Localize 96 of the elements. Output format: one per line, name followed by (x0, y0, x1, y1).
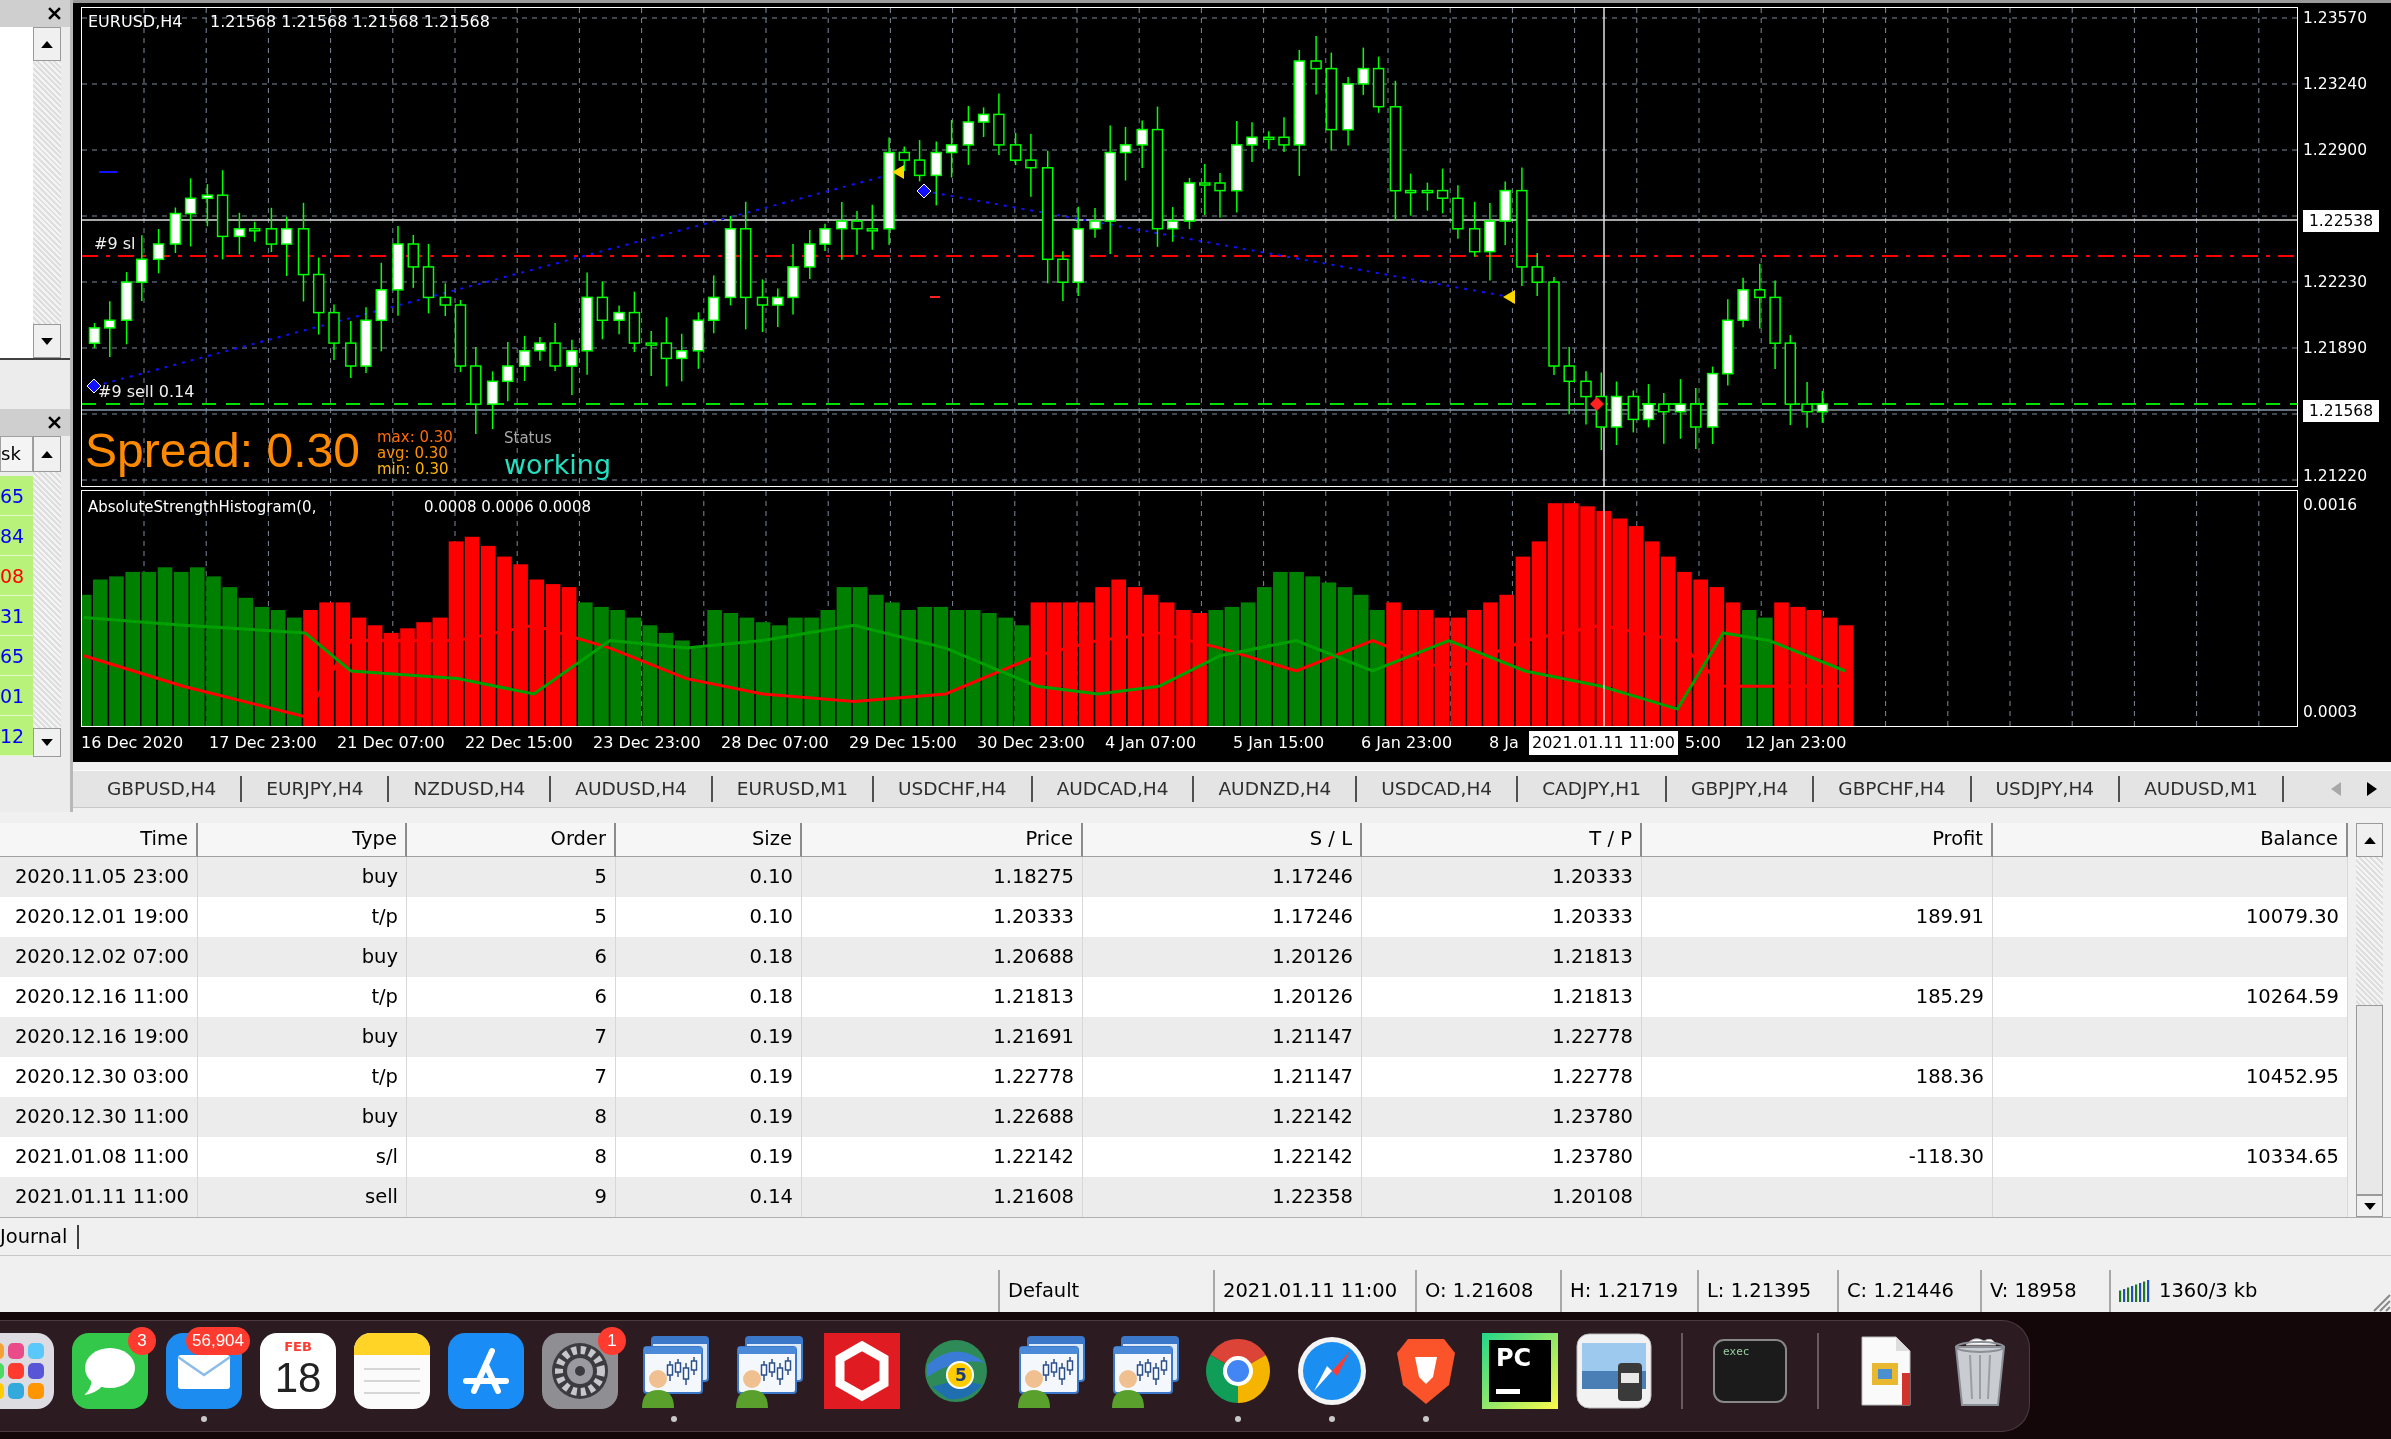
calendar-month: FEB (284, 1339, 312, 1354)
time-label: 22 Dec 15:00 (465, 732, 573, 754)
scroll-up-button[interactable] (33, 27, 61, 61)
up-arrow-icon (41, 450, 53, 458)
up-arrow-icon (41, 40, 53, 48)
scroll-down-button[interactable] (33, 728, 61, 757)
scroll-right-icon[interactable] (2367, 782, 2377, 796)
time-label: 5:00 (1685, 732, 1721, 754)
scrollbar-thumb[interactable] (2356, 1005, 2383, 1195)
column-header[interactable]: Type (198, 823, 407, 857)
column-header[interactable]: Balance (1993, 823, 2348, 857)
time-label: 17 Dec 23:00 (209, 732, 317, 754)
close-icon[interactable] (48, 416, 61, 429)
symbol-tab[interactable]: AUDCAD,H4 (1032, 776, 1195, 802)
price-label: 1.21890 (2303, 338, 2368, 359)
photo-icon[interactable] (1576, 1333, 1652, 1409)
notepad-icon[interactable] (354, 1333, 430, 1409)
scroll-down-button[interactable] (2356, 1195, 2383, 1217)
column-header[interactable]: sk (0, 436, 33, 472)
indicator-scale-label: 0.0003 (2303, 702, 2358, 723)
symbol-tab[interactable]: USDJPY,H4 (1971, 776, 2121, 802)
symbol-tab[interactable]: CADJPY,H1 (1518, 776, 1668, 802)
symbol-tab[interactable]: GBPCHF,H4 (1814, 776, 1972, 802)
time-label: 23 Dec 23:00 (593, 732, 701, 754)
time-label: 21 Dec 07:00 (337, 732, 445, 754)
time-label: 30 Dec 23:00 (977, 732, 1085, 754)
down-arrow-icon (2363, 1202, 2376, 1210)
scroll-down-button[interactable] (33, 324, 61, 358)
time-label: 4 Jan 07:00 (1105, 732, 1197, 754)
column-header[interactable]: Price (802, 823, 1083, 857)
symbol-tab[interactable]: GBPUSD,H4 (83, 776, 243, 802)
icon-label: exec (1723, 1345, 1750, 1358)
list-row[interactable]: 12 (0, 716, 33, 756)
time-label: 16 Dec 2020 (81, 732, 184, 754)
symbol-tab[interactable]: AUDNZD,H4 (1194, 776, 1358, 802)
price-label: 1.22900 (2303, 140, 2368, 161)
price-marker: 1.21568 (2303, 400, 2380, 422)
up-arrow-icon (2363, 836, 2376, 844)
column-header[interactable]: Order (407, 823, 616, 857)
symbol-tab[interactable]: NZDUSD,H4 (389, 776, 552, 802)
time-label: 8 Ja (1489, 732, 1519, 754)
time-label: 6 Jan 23:00 (1361, 732, 1453, 754)
list-row[interactable]: 84 (0, 516, 33, 556)
list-row[interactable]: 01 (0, 676, 33, 716)
down-arrow-icon (41, 337, 53, 345)
signal-bars-icon (2119, 1280, 2151, 1302)
icon-label: PC (1496, 1345, 1532, 1371)
symbol-tab[interactable]: AUDUSD,M1 (2120, 776, 2284, 802)
calendar-icon[interactable]: FEB 18 (260, 1333, 336, 1409)
symbol-tab[interactable]: EURUSD,M1 (712, 776, 875, 802)
symbol-tab[interactable]: GBPJPY,H4 (1667, 776, 1815, 802)
column-header[interactable]: Size (616, 823, 802, 857)
time-label: 5 Jan 15:00 (1233, 732, 1325, 754)
status-text: 1360/3 kb (2159, 1279, 2258, 1303)
price-label: 1.21220 (2303, 466, 2368, 487)
symbol-tab[interactable]: USDCAD,H4 (1357, 776, 1519, 802)
symbol-tab[interactable]: AUDUSD,H4 (551, 776, 713, 802)
scroll-up-button[interactable] (33, 436, 61, 472)
notification-badge: 56,904 (186, 1327, 250, 1355)
list-row[interactable]: 65 (0, 636, 33, 676)
status-text: C: 1.21446 (1847, 1279, 1955, 1303)
time-label: 12 Jan 23:00 (1745, 732, 1847, 754)
price-marker: 1.22538 (2303, 210, 2380, 232)
status-text: Default (1008, 1279, 1080, 1303)
close-icon[interactable] (48, 7, 61, 20)
price-label: 1.23240 (2303, 74, 2368, 95)
app-grid-icon[interactable] (0, 1333, 54, 1409)
scroll-up-button[interactable] (2356, 823, 2383, 857)
status-text: 2021.01.11 11:00 (1223, 1279, 1398, 1303)
gear-icon[interactable] (542, 1333, 618, 1409)
status-text: H: 1.21719 (1570, 1279, 1679, 1303)
calendar-day: 18 (274, 1355, 322, 1401)
notification-badge: 3 (128, 1327, 156, 1355)
column-header[interactable]: T / P (1362, 823, 1642, 857)
price-label: 1.22230 (2303, 272, 2368, 293)
indicator-scale-label: 0.0016 (2303, 495, 2358, 516)
time-label: 28 Dec 07:00 (721, 732, 829, 754)
list-row[interactable]: 31 (0, 596, 33, 636)
status-text: L: 1.21395 (1707, 1279, 1812, 1303)
time-label: 29 Dec 15:00 (849, 732, 957, 754)
code-editor-icon[interactable]: PC (1482, 1333, 1558, 1409)
column-header[interactable]: Profit (1642, 823, 1993, 857)
list-row[interactable]: 65 (0, 476, 33, 516)
icon-label: 5 (955, 1365, 967, 1385)
status-text: O: 1.21608 (1425, 1279, 1534, 1303)
price-label: 1.23570 (2303, 8, 2368, 29)
symbol-tab[interactable]: USDCHF,H4 (874, 776, 1033, 802)
column-header[interactable]: Time (0, 823, 198, 857)
app-store-icon[interactable] (448, 1333, 524, 1409)
down-arrow-icon (41, 739, 53, 746)
notification-badge: 1 (598, 1327, 626, 1355)
column-header[interactable]: S / L (1083, 823, 1362, 857)
time-marker: 2021.01.11 11:00 (1529, 731, 1678, 755)
status-text: V: 18958 (1990, 1279, 2077, 1303)
chat-bubble-icon[interactable] (72, 1333, 148, 1409)
symbol-tab[interactable]: EURJPY,H4 (242, 776, 390, 802)
